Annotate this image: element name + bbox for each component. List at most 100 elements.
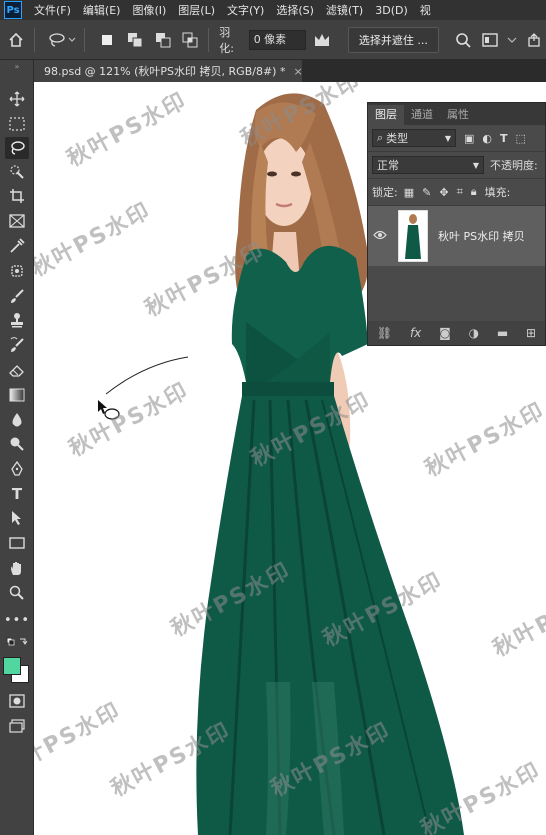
clone-stamp-tool-icon[interactable]: [5, 309, 29, 331]
document-tab-bar: 98.psd @ 121% (秋叶PS水印 拷贝, RGB/8#) * ×: [34, 60, 546, 82]
layer-row[interactable]: 秋叶 PS水印 拷贝: [368, 206, 545, 266]
menu-type[interactable]: 文字(Y): [221, 2, 270, 18]
subtract-from-selection-icon[interactable]: [151, 28, 175, 52]
layer-style-icon[interactable]: fx: [410, 326, 421, 340]
more-tools-icon[interactable]: •••: [4, 609, 29, 631]
opacity-label: 不透明度:: [490, 159, 538, 172]
eyedropper-tool-icon[interactable]: [5, 235, 29, 257]
menu-filter[interactable]: 滤镜(T): [320, 2, 369, 18]
dodge-tool-icon[interactable]: [5, 433, 29, 455]
menu-file[interactable]: 文件(F): [28, 2, 77, 18]
lasso-preset-icon[interactable]: [45, 28, 79, 52]
home-icon[interactable]: [4, 28, 28, 52]
feather-input[interactable]: 0 像素: [248, 29, 307, 50]
workspace-icon[interactable]: [479, 28, 503, 52]
divider: [208, 27, 210, 52]
eraser-tool-icon[interactable]: [5, 359, 29, 381]
new-layer-icon[interactable]: ⊞: [526, 326, 536, 340]
crop-tool-icon[interactable]: [5, 185, 29, 207]
brush-tool-icon[interactable]: [5, 285, 29, 307]
lock-transparent-icon[interactable]: ▦: [404, 186, 414, 199]
frame-tool-icon[interactable]: [5, 210, 29, 232]
collapse-icon[interactable]: »: [5, 62, 29, 71]
blend-mode-select[interactable]: 正常 ▼: [372, 156, 484, 174]
photoshop-logo: Ps: [4, 1, 22, 19]
anti-alias-icon[interactable]: [310, 28, 334, 52]
history-brush-tool-icon[interactable]: [5, 334, 29, 356]
close-icon[interactable]: ×: [293, 65, 302, 78]
shape-filter-icon[interactable]: ⬚: [516, 132, 526, 145]
divider: [33, 27, 35, 52]
blend-mode-label: 正常: [377, 159, 399, 172]
layer-filter-select[interactable]: ⌕ 类型 ▼: [372, 129, 456, 147]
new-group-icon[interactable]: ▬: [497, 326, 508, 340]
image-filter-icon[interactable]: ▣: [464, 132, 474, 145]
new-selection-icon[interactable]: [95, 28, 119, 52]
quick-mask-icon[interactable]: [5, 690, 29, 712]
gradient-tool-icon[interactable]: [5, 384, 29, 406]
lock-all-icon[interactable]: 🔒︎: [471, 185, 477, 199]
panel-tabs: 图层 通道 属性: [368, 103, 545, 125]
intersect-selection-icon[interactable]: [179, 28, 203, 52]
rectangle-tool-icon[interactable]: [5, 532, 29, 554]
document-tab[interactable]: 98.psd @ 121% (秋叶PS水印 拷贝, RGB/8#) * ×: [34, 60, 303, 82]
zoom-tool-icon[interactable]: [5, 582, 29, 604]
adjustment-filter-icon[interactable]: ◐: [482, 132, 492, 145]
link-layers-icon[interactable]: ⛓: [377, 326, 392, 340]
chevron-down-icon: ▼: [444, 133, 451, 143]
color-swatches[interactable]: [3, 657, 29, 683]
quick-selection-tool-icon[interactable]: [5, 161, 29, 183]
layers-panel: 图层 通道 属性 ⌕ 类型 ▼ ▣ ◐ T ⬚ 正常 ▼ 不透明度: 锁定: ▦…: [367, 102, 546, 346]
marquee-tool-icon[interactable]: [5, 113, 29, 135]
lasso-tool-icon[interactable]: [5, 137, 29, 159]
lock-image-icon[interactable]: ✎: [422, 186, 431, 199]
panel-footer: ⛓ fx ◙ ◑ ▬ ⊞: [368, 321, 545, 345]
fill-label: 填充:: [484, 186, 511, 199]
blend-row: 正常 ▼ 不透明度:: [368, 152, 545, 179]
menu-select[interactable]: 选择(S): [270, 2, 320, 18]
swap-colors-icon[interactable]: [5, 636, 29, 648]
document-title: 98.psd @ 121% (秋叶PS水印 拷贝, RGB/8#) *: [44, 65, 286, 78]
add-to-selection-icon[interactable]: [123, 28, 147, 52]
lock-position-icon[interactable]: ✥: [439, 186, 448, 199]
tab-properties[interactable]: 属性: [440, 105, 476, 125]
lock-label: 锁定:: [372, 186, 398, 199]
move-tool-icon[interactable]: [5, 88, 29, 110]
menu-edit[interactable]: 编辑(E): [77, 2, 127, 18]
search-icon[interactable]: [451, 28, 475, 52]
filter-kind-label: 类型: [386, 132, 409, 145]
menu-layer[interactable]: 图层(L): [172, 2, 221, 18]
tab-channels[interactable]: 通道: [404, 105, 440, 125]
type-filter-icon[interactable]: T: [500, 132, 508, 145]
layer-thumbnail: [398, 210, 428, 262]
blur-tool-icon[interactable]: [5, 409, 29, 431]
share-icon[interactable]: [522, 28, 546, 52]
layer-name[interactable]: 秋叶 PS水印 拷贝: [438, 228, 525, 244]
visibility-eye-icon[interactable]: [368, 230, 392, 243]
filter-row: ⌕ 类型 ▼ ▣ ◐ T ⬚: [368, 125, 545, 152]
tools-panel: » T •••: [0, 60, 34, 835]
chevron-down-icon[interactable]: [506, 28, 518, 52]
hand-tool-icon[interactable]: [5, 557, 29, 579]
adjustment-layer-icon[interactable]: ◑: [469, 326, 479, 340]
menu-bar: Ps 文件(F) 编辑(E) 图像(I) 图层(L) 文字(Y) 选择(S) 滤…: [0, 0, 546, 20]
menu-image[interactable]: 图像(I): [126, 2, 172, 18]
screen-mode-icon[interactable]: [5, 715, 29, 737]
options-bar: 羽化: 0 像素 选择并遮住 ...: [0, 20, 546, 60]
path-selection-tool-icon[interactable]: [5, 507, 29, 529]
pen-tool-icon[interactable]: [5, 458, 29, 480]
lock-artboard-icon[interactable]: ⌗: [457, 185, 463, 199]
menu-3d[interactable]: 3D(D): [369, 4, 414, 17]
menu-view[interactable]: 视: [414, 2, 437, 18]
select-and-mask-button[interactable]: 选择并遮住 ...: [347, 26, 439, 53]
type-tool-icon[interactable]: T: [5, 483, 29, 505]
search-icon: ⌕: [377, 131, 384, 144]
divider: [84, 27, 86, 52]
lock-row: 锁定: ▦ ✎ ✥ ⌗ 🔒︎ 填充:: [368, 179, 545, 206]
tab-layers[interactable]: 图层: [368, 105, 404, 125]
healing-brush-tool-icon[interactable]: [5, 260, 29, 282]
chevron-down-icon: ▼: [472, 160, 479, 170]
add-mask-icon[interactable]: ◙: [439, 326, 451, 340]
foreground-color-swatch[interactable]: [3, 657, 21, 675]
feather-label: 羽化:: [219, 25, 234, 55]
